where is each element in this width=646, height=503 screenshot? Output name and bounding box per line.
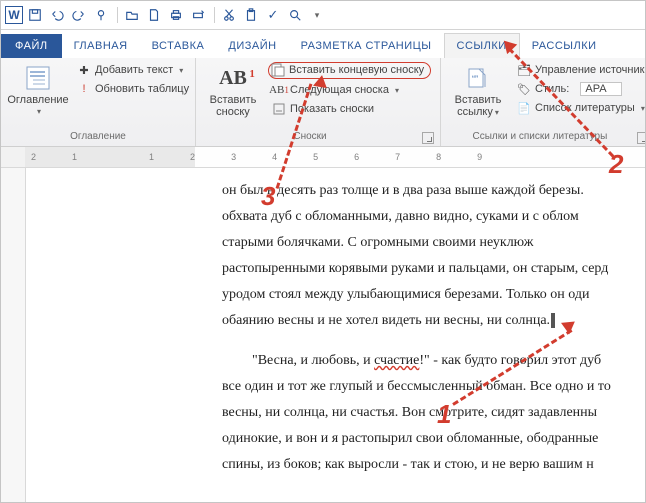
citations-dialog-launcher[interactable]: [637, 132, 646, 144]
citation-style-dropdown[interactable]: 🏷 Стиль: APA: [513, 81, 646, 97]
ribbon-tabs: ФАЙЛ ГЛАВНАЯ ВСТАВКА ДИЗАЙН РАЗМЕТКА СТР…: [1, 30, 645, 58]
ribbon: Оглавление▾ ✚ Добавить текст▾ ! Обновить…: [1, 58, 645, 147]
update-toc-button[interactable]: ! Обновить таблицу: [73, 81, 193, 97]
group-title-citations: Ссылки и списки литературы: [447, 129, 633, 144]
bibliography-button[interactable]: 📄 Список литературы▾: [513, 100, 646, 116]
spelling-error: счастие: [374, 353, 419, 368]
redo-icon[interactable]: [69, 5, 89, 25]
footnote-icon: AB1: [219, 64, 247, 92]
group-title-footnotes: Сноски: [202, 129, 418, 144]
text-cursor: [551, 313, 555, 328]
tab-mailings[interactable]: РАССЫЛКИ: [520, 34, 609, 58]
callout-3: 3: [261, 181, 275, 212]
new-doc-icon[interactable]: [144, 5, 164, 25]
group-citations: “” Вставить ссылку▾ 🗂 Управление источни…: [441, 58, 646, 146]
paragraph-1: он был в десять раз толще и в два раза в…: [222, 178, 641, 334]
quick-print-icon[interactable]: [188, 5, 208, 25]
insert-footnote-button[interactable]: AB1 Вставить сноску: [202, 62, 264, 120]
document-page[interactable]: он был в десять раз толще и в два раза в…: [26, 168, 645, 503]
show-notes-icon: [272, 102, 286, 116]
group-toc: Оглавление▾ ✚ Добавить текст▾ ! Обновить…: [1, 58, 196, 146]
tab-home[interactable]: ГЛАВНАЯ: [62, 34, 140, 58]
find-icon[interactable]: [285, 5, 305, 25]
arrow-3-head: [313, 74, 329, 88]
horizontal-ruler[interactable]: 21123456789: [1, 147, 645, 168]
touch-mode-icon[interactable]: [91, 5, 111, 25]
paste-icon[interactable]: [241, 5, 261, 25]
insert-endnote-button[interactable]: Вставить концевую сноску: [268, 62, 431, 79]
add-text-icon: ✚: [77, 63, 91, 77]
group-footnotes: AB1 Вставить сноску Вставить концевую сн…: [196, 58, 441, 146]
print-icon[interactable]: [166, 5, 186, 25]
tab-design[interactable]: ДИЗАЙН: [216, 34, 288, 58]
toc-icon: [24, 64, 52, 92]
chevron-down-icon: ▾: [37, 106, 41, 118]
next-footnote-button[interactable]: AB1 Следующая сноска▾: [268, 82, 431, 98]
save-icon[interactable]: [25, 5, 45, 25]
tab-file[interactable]: ФАЙЛ: [1, 34, 62, 58]
callout-1: 1: [437, 399, 451, 430]
word-app-icon: W: [5, 6, 23, 24]
update-icon: !: [77, 82, 91, 96]
next-footnote-icon: AB1: [272, 83, 286, 97]
document-area: он был в десять раз толще и в два раза в…: [1, 168, 645, 503]
insert-citation-button[interactable]: “” Вставить ссылку▾: [447, 62, 509, 121]
endnote-icon: [271, 63, 285, 77]
bibliography-icon: 📄: [517, 101, 531, 115]
toc-button[interactable]: Оглавление▾: [7, 62, 69, 120]
open-icon[interactable]: [122, 5, 142, 25]
footnotes-dialog-launcher[interactable]: [422, 132, 434, 144]
group-title-toc: Оглавление: [7, 129, 189, 144]
paragraph-2: "Весна, и любовь, и счастие!" - как будт…: [222, 348, 641, 478]
style-icon: 🏷: [517, 82, 531, 96]
vertical-ruler[interactable]: [1, 168, 26, 503]
quick-access-toolbar: W ✓ ▾: [1, 1, 645, 30]
svg-text:“”: “”: [472, 74, 478, 84]
qat-more-icon[interactable]: ▾: [307, 5, 327, 25]
add-text-button[interactable]: ✚ Добавить текст▾: [73, 62, 193, 78]
spelling-icon[interactable]: ✓: [263, 5, 283, 25]
show-notes-button[interactable]: Показать сноски: [268, 101, 431, 117]
citation-icon: “”: [464, 64, 492, 92]
undo-icon[interactable]: [47, 5, 67, 25]
tab-insert[interactable]: ВСТАВКА: [140, 34, 217, 58]
cut-icon[interactable]: [219, 5, 239, 25]
tab-page-layout[interactable]: РАЗМЕТКА СТРАНИЦЫ: [289, 34, 444, 58]
